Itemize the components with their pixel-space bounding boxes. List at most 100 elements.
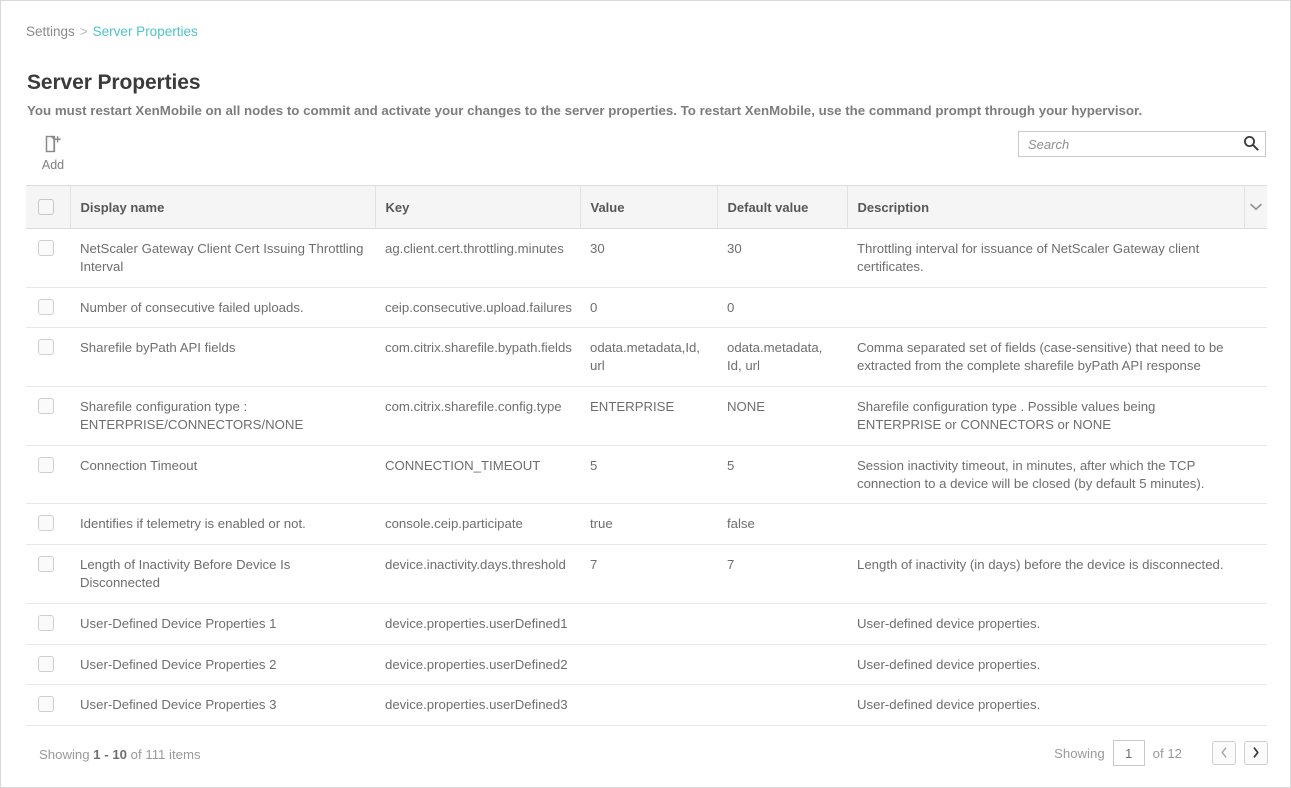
- results-of-label: of: [131, 747, 142, 762]
- page-number-input[interactable]: [1113, 740, 1145, 766]
- next-page-button[interactable]: [1244, 741, 1268, 765]
- table-row[interactable]: Connection TimeoutCONNECTION_TIMEOUT55Se…: [26, 445, 1267, 504]
- table-row[interactable]: NetScaler Gateway Client Cert Issuing Th…: [26, 229, 1267, 288]
- table-row[interactable]: User-Defined Device Properties 2device.p…: [26, 644, 1267, 685]
- cell-display-name: Connection Timeout: [70, 445, 375, 504]
- table-row[interactable]: Length of Inactivity Before Device Is Di…: [26, 545, 1267, 604]
- cell-display-name: Length of Inactivity Before Device Is Di…: [70, 545, 375, 604]
- cell-value: 7: [580, 545, 717, 604]
- search-icon: [1243, 135, 1259, 154]
- row-checkbox[interactable]: [38, 398, 54, 414]
- table-row[interactable]: Sharefile byPath API fieldscom.citrix.sh…: [26, 328, 1267, 387]
- cell-display-name: Identifies if telemetry is enabled or no…: [70, 504, 375, 545]
- properties-table-container: Display name Key Value Default value Des…: [26, 185, 1267, 726]
- cell-default-value: 7: [717, 545, 847, 604]
- cell-display-name: Number of consecutive failed uploads.: [70, 287, 375, 328]
- cell-value: true: [580, 504, 717, 545]
- cell-description: Session inactivity timeout, in minutes, …: [847, 445, 1244, 504]
- cell-default-value: NONE: [717, 387, 847, 446]
- column-header-key[interactable]: Key: [375, 186, 580, 229]
- cell-key: device.properties.userDefined2: [375, 644, 580, 685]
- table-header-row: Display name Key Value Default value Des…: [26, 186, 1267, 229]
- row-checkbox[interactable]: [38, 299, 54, 315]
- breadcrumb-item-server-properties[interactable]: Server Properties: [93, 24, 198, 39]
- cell-description: User-defined device properties.: [847, 685, 1244, 726]
- cell-value: odata.metadata,Id, url: [580, 328, 717, 387]
- row-select-cell: [26, 387, 70, 446]
- add-document-icon: [45, 134, 62, 154]
- add-button[interactable]: Add: [27, 134, 79, 172]
- cell-display-name: User-Defined Device Properties 2: [70, 644, 375, 685]
- row-end-cell: [1244, 287, 1267, 328]
- column-header-value[interactable]: Value: [580, 186, 717, 229]
- breadcrumb: Settings>Server Properties: [26, 24, 198, 39]
- search-button[interactable]: [1237, 132, 1265, 156]
- row-select-cell: [26, 545, 70, 604]
- cell-default-value: 5: [717, 445, 847, 504]
- cell-default-value: 30: [717, 229, 847, 288]
- cell-default-value: [717, 603, 847, 644]
- breadcrumb-item-settings[interactable]: Settings: [26, 24, 75, 39]
- row-checkbox[interactable]: [38, 656, 54, 672]
- add-button-label: Add: [42, 158, 64, 172]
- table-row[interactable]: Sharefile configuration type : ENTERPRIS…: [26, 387, 1267, 446]
- cell-key: com.citrix.sharefile.config.type: [375, 387, 580, 446]
- cell-key: ceip.consecutive.upload.failures: [375, 287, 580, 328]
- page-subtitle: You must restart XenMobile on all nodes …: [27, 103, 1142, 118]
- cell-key: ag.client.cert.throttling.minutes: [375, 229, 580, 288]
- server-properties-page: Settings>Server Properties Server Proper…: [0, 0, 1291, 788]
- row-select-cell: [26, 229, 70, 288]
- chevron-down-icon[interactable]: [1249, 202, 1263, 212]
- results-summary: Showing 1 - 10 of 111 items: [39, 747, 201, 762]
- cell-value: [580, 644, 717, 685]
- cell-value: [580, 685, 717, 726]
- table-body: NetScaler Gateway Client Cert Issuing Th…: [26, 229, 1267, 726]
- row-checkbox[interactable]: [38, 457, 54, 473]
- cell-value: 30: [580, 229, 717, 288]
- cell-key: device.properties.userDefined1: [375, 603, 580, 644]
- row-select-cell: [26, 685, 70, 726]
- column-header-default-value[interactable]: Default value: [717, 186, 847, 229]
- cell-description: [847, 504, 1244, 545]
- results-showing-label: Showing: [39, 747, 90, 762]
- row-end-cell: [1244, 504, 1267, 545]
- cell-default-value: odata.metadata, Id, url: [717, 328, 847, 387]
- cell-display-name: NetScaler Gateway Client Cert Issuing Th…: [70, 229, 375, 288]
- cell-default-value: [717, 644, 847, 685]
- row-checkbox[interactable]: [38, 615, 54, 631]
- column-header-description[interactable]: Description: [847, 186, 1244, 229]
- row-select-cell: [26, 287, 70, 328]
- table-row[interactable]: Number of consecutive failed uploads.cei…: [26, 287, 1267, 328]
- properties-table: Display name Key Value Default value Des…: [26, 185, 1267, 726]
- row-checkbox[interactable]: [38, 240, 54, 256]
- cell-key: device.inactivity.days.threshold: [375, 545, 580, 604]
- row-end-cell: [1244, 387, 1267, 446]
- cell-description: Comma separated set of fields (case-sens…: [847, 328, 1244, 387]
- column-header-display-name[interactable]: Display name: [70, 186, 375, 229]
- row-select-cell: [26, 603, 70, 644]
- row-checkbox[interactable]: [38, 696, 54, 712]
- table-head: Display name Key Value Default value Des…: [26, 186, 1267, 229]
- row-end-cell: [1244, 328, 1267, 387]
- pagination-of-label: of 12: [1153, 746, 1182, 761]
- cell-description: Length of inactivity (in days) before th…: [847, 545, 1244, 604]
- table-row[interactable]: User-Defined Device Properties 3device.p…: [26, 685, 1267, 726]
- row-end-cell: [1244, 545, 1267, 604]
- cell-value: [580, 603, 717, 644]
- pagination: Showing of 12: [1054, 740, 1268, 766]
- toolbar: Add: [27, 134, 79, 172]
- table-row[interactable]: User-Defined Device Properties 1device.p…: [26, 603, 1267, 644]
- row-checkbox[interactable]: [38, 339, 54, 355]
- row-checkbox[interactable]: [38, 556, 54, 572]
- chevron-right-icon: [1252, 747, 1260, 760]
- search-box[interactable]: [1018, 131, 1266, 157]
- previous-page-button[interactable]: [1212, 741, 1236, 765]
- row-select-cell: [26, 328, 70, 387]
- select-all-checkbox[interactable]: [38, 199, 54, 215]
- cell-value: 0: [580, 287, 717, 328]
- search-input[interactable]: [1019, 132, 1237, 156]
- cell-key: com.citrix.sharefile.bypath.fields: [375, 328, 580, 387]
- row-checkbox[interactable]: [38, 515, 54, 531]
- row-end-cell: [1244, 229, 1267, 288]
- table-row[interactable]: Identifies if telemetry is enabled or no…: [26, 504, 1267, 545]
